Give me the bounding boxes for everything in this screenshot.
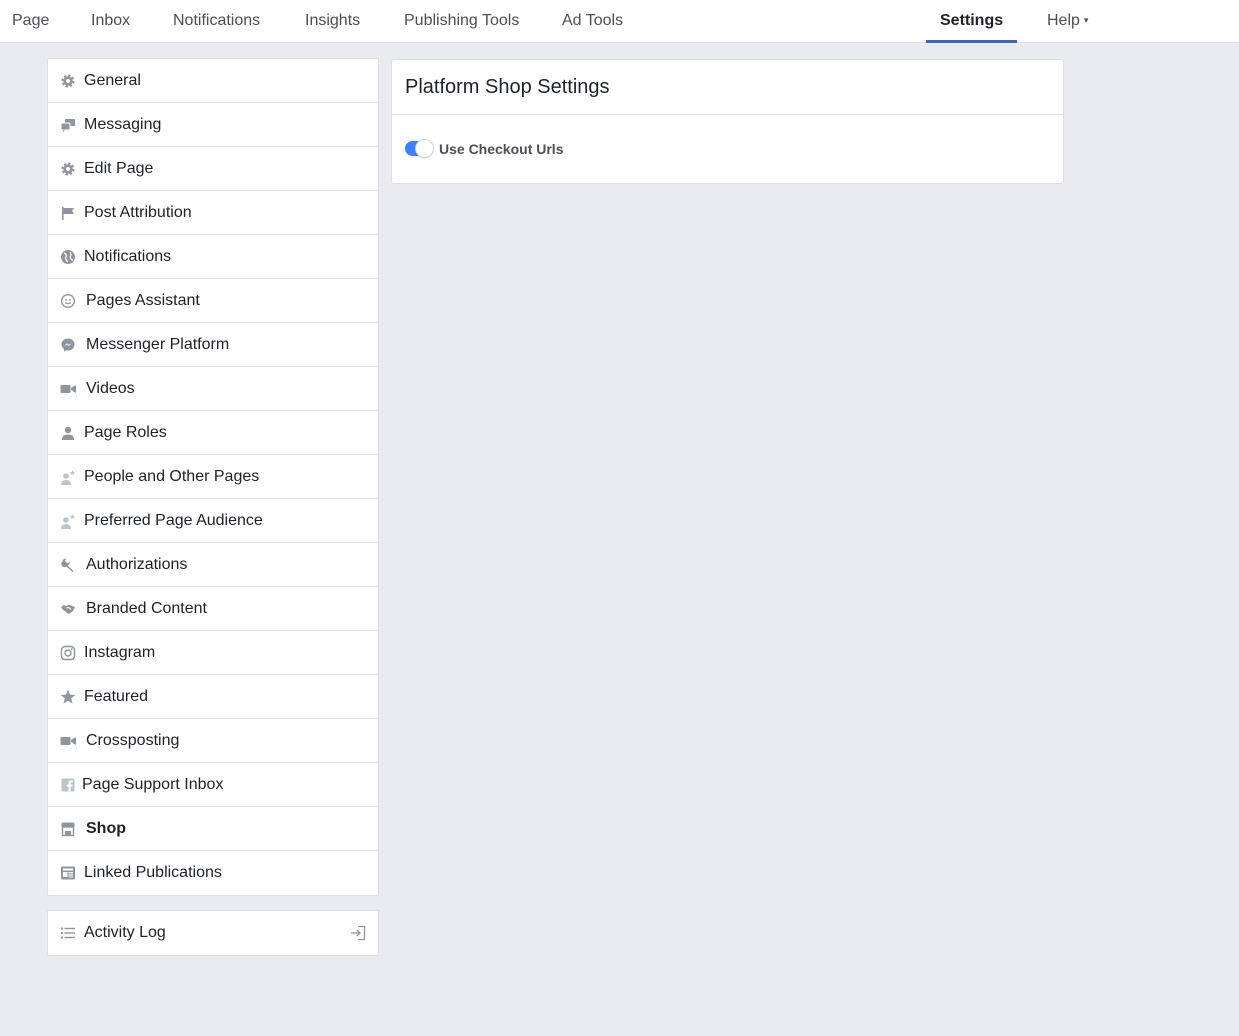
list-icon: [60, 925, 76, 941]
sidebar-item-page-roles[interactable]: Page Roles: [48, 411, 378, 455]
sidebar-item-label: People and Other Pages: [84, 468, 260, 485]
platform-shop-settings-panel: Platform Shop Settings Use Checkout Urls: [391, 59, 1064, 184]
sidebar-item-page-support-inbox[interactable]: Page Support Inbox: [48, 763, 378, 807]
activity-log-box: Activity Log: [47, 910, 379, 956]
sidebar-item-label: Videos: [86, 380, 135, 397]
sidebar-item-preferred-page-audience[interactable]: Preferred Page Audience: [48, 499, 378, 543]
shop-icon: [60, 821, 76, 837]
instagram-icon: [60, 645, 76, 661]
chevron-down-icon: ▾: [1083, 15, 1089, 25]
top-navigation: Page Inbox Notifications Insights Publis…: [0, 0, 1239, 43]
sidebar-item-label: Post Attribution: [84, 204, 192, 221]
messenger-icon: [60, 337, 76, 353]
panel-body: Use Checkout Urls: [392, 115, 1063, 183]
sidebar-item-label: Messenger Platform: [86, 336, 230, 353]
chat-bubbles-icon: [60, 117, 76, 133]
nav-tab-help-label: Help: [1047, 12, 1080, 29]
sidebar-item-label: Linked Publications: [84, 864, 222, 881]
sidebar-item-messenger-platform[interactable]: Messenger Platform: [48, 323, 378, 367]
sidebar-item-label: Authorizations: [86, 556, 188, 573]
sidebar-item-linked-publications[interactable]: Linked Publications: [48, 851, 378, 895]
panel-title: Platform Shop Settings: [392, 60, 1063, 115]
sidebar-item-label: Shop: [86, 820, 126, 837]
sidebar-item-label: Page Support Inbox: [82, 776, 224, 793]
sidebar-item-post-attribution[interactable]: Post Attribution: [48, 191, 378, 235]
flag-icon: [60, 205, 76, 221]
sidebar-item-label: Notifications: [84, 248, 172, 265]
sidebar-item-label: Pages Assistant: [86, 292, 200, 309]
exit-icon[interactable]: [350, 925, 366, 941]
person-icon: [60, 425, 76, 441]
newspaper-icon: [60, 865, 76, 881]
sidebar-item-edit-page[interactable]: Edit Page: [48, 147, 378, 191]
sidebar-item-notifications[interactable]: Notifications: [48, 235, 378, 279]
use-checkout-urls-label: Use Checkout Urls: [439, 141, 564, 157]
star-icon: [60, 689, 76, 705]
sidebar-item-label: Crossposting: [86, 732, 180, 749]
nav-tab-help[interactable]: Help ▾: [1047, 0, 1088, 42]
settings-sidebar: General Messaging Edit Page Post Attribu…: [47, 58, 379, 896]
sidebar-item-label: Instagram: [84, 644, 156, 661]
sidebar-item-label: Featured: [84, 688, 149, 705]
sidebar-item-label: Messaging: [84, 116, 162, 133]
nav-tab-insights[interactable]: Insights: [305, 0, 360, 42]
nav-tab-ad-tools[interactable]: Ad Tools: [562, 0, 623, 42]
sidebar-item-featured[interactable]: Featured: [48, 675, 378, 719]
handshake-icon: [60, 601, 76, 617]
sidebar-item-crossposting[interactable]: Crossposting: [48, 719, 378, 763]
sidebar-item-label: Page Roles: [84, 424, 167, 441]
person-star-icon: [60, 513, 76, 529]
smiley-icon: [60, 293, 76, 309]
sidebar-item-videos[interactable]: Videos: [48, 367, 378, 411]
sidebar-item-branded-content[interactable]: Branded Content: [48, 587, 378, 631]
globe-icon: [60, 249, 76, 265]
video-camera-icon: [60, 381, 76, 397]
wrench-icon: [60, 557, 76, 573]
sidebar-item-pages-assistant[interactable]: Pages Assistant: [48, 279, 378, 323]
sidebar-item-messaging[interactable]: Messaging: [48, 103, 378, 147]
nav-tab-publishing-tools[interactable]: Publishing Tools: [404, 0, 519, 42]
nav-tab-inbox[interactable]: Inbox: [91, 0, 130, 42]
sidebar-item-shop[interactable]: Shop: [48, 807, 378, 851]
sidebar-item-people-and-other-pages[interactable]: People and Other Pages: [48, 455, 378, 499]
nav-tab-settings[interactable]: Settings: [925, 0, 1018, 43]
facebook-icon: [60, 777, 76, 793]
sidebar-item-instagram[interactable]: Instagram: [48, 631, 378, 675]
sidebar-item-authorizations[interactable]: Authorizations: [48, 543, 378, 587]
use-checkout-urls-toggle[interactable]: [405, 140, 433, 157]
video-camera-icon: [60, 733, 76, 749]
sidebar-item-label: Branded Content: [86, 600, 207, 617]
gear-icon: [60, 161, 76, 177]
person-star-icon: [60, 469, 76, 485]
sidebar-item-label: Activity Log: [84, 924, 166, 941]
sidebar-item-general[interactable]: General: [48, 59, 378, 103]
sidebar-item-label: Preferred Page Audience: [84, 512, 263, 529]
sidebar-item-activity-log[interactable]: Activity Log: [48, 911, 378, 955]
nav-tab-notifications[interactable]: Notifications: [173, 0, 260, 42]
nav-tab-page[interactable]: Page: [12, 0, 49, 42]
sidebar-item-label: General: [84, 72, 141, 89]
gear-icon: [60, 73, 76, 89]
toggle-knob: [416, 140, 433, 157]
sidebar-item-label: Edit Page: [84, 160, 154, 177]
